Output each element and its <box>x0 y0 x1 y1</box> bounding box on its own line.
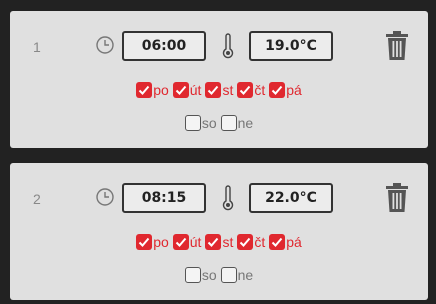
checkbox-icon[interactable] <box>237 234 254 250</box>
weekend-checkboxes: so ne <box>10 115 428 131</box>
temperature-input[interactable]: 19.0°C <box>249 31 333 61</box>
day-label: čt <box>254 234 266 250</box>
day-label: pá <box>286 234 302 250</box>
day-label: pá <box>286 82 302 98</box>
day-checkbox-ut[interactable]: út <box>172 234 202 250</box>
checkbox-icon[interactable] <box>136 82 153 98</box>
checkbox-icon[interactable] <box>237 82 254 98</box>
day-checkbox-po[interactable]: po <box>136 234 169 250</box>
checkbox-icon[interactable] <box>136 234 153 250</box>
day-label: so <box>201 115 217 131</box>
clock-icon <box>96 188 114 206</box>
checkbox-icon[interactable] <box>172 82 189 98</box>
day-checkbox-pa[interactable]: pá <box>269 234 302 250</box>
checkbox-icon[interactable] <box>172 234 189 250</box>
weekday-checkboxes: po út st čt pá <box>10 82 428 98</box>
trash-icon[interactable] <box>385 183 409 213</box>
checkbox-icon[interactable] <box>269 82 286 98</box>
schedule-card: 1 06:00 19.0°C po út st čt pá so ne <box>10 11 428 148</box>
day-label: ne <box>237 267 254 283</box>
time-input[interactable]: 06:00 <box>122 31 206 61</box>
day-checkbox-ct[interactable]: čt <box>237 82 265 98</box>
checkbox-icon[interactable] <box>205 82 222 98</box>
day-label: ne <box>237 115 254 131</box>
day-checkbox-st[interactable]: st <box>205 234 233 250</box>
trash-icon[interactable] <box>385 31 409 61</box>
day-label: út <box>189 82 202 98</box>
weekday-checkboxes: po út st čt pá <box>10 234 428 250</box>
temperature-input[interactable]: 22.0°C <box>249 183 333 213</box>
checkbox-icon[interactable] <box>184 267 201 283</box>
day-label: čt <box>254 82 266 98</box>
schedule-index: 2 <box>33 191 41 207</box>
schedule-card: 2 08:15 22.0°C po út st čt pá so ne <box>10 163 428 300</box>
day-label: po <box>153 82 169 98</box>
checkbox-icon[interactable] <box>220 115 237 131</box>
day-checkbox-ct[interactable]: čt <box>237 234 265 250</box>
clock-icon <box>96 36 114 54</box>
day-label: st <box>222 234 234 250</box>
day-checkbox-so[interactable]: so <box>184 115 217 131</box>
day-label: st <box>222 82 234 98</box>
day-checkbox-st[interactable]: st <box>205 82 233 98</box>
thermometer-icon <box>222 185 234 211</box>
time-input[interactable]: 08:15 <box>122 183 206 213</box>
weekend-checkboxes: so ne <box>10 267 428 283</box>
checkbox-icon[interactable] <box>184 115 201 131</box>
day-checkbox-ne[interactable]: ne <box>220 115 254 131</box>
day-label: po <box>153 234 169 250</box>
day-label: so <box>201 267 217 283</box>
day-checkbox-ut[interactable]: út <box>172 82 202 98</box>
day-checkbox-po[interactable]: po <box>136 82 169 98</box>
checkbox-icon[interactable] <box>269 234 286 250</box>
thermometer-icon <box>222 33 234 59</box>
checkbox-icon[interactable] <box>220 267 237 283</box>
day-checkbox-pa[interactable]: pá <box>269 82 302 98</box>
day-checkbox-so[interactable]: so <box>184 267 217 283</box>
day-label: út <box>189 234 202 250</box>
day-checkbox-ne[interactable]: ne <box>220 267 254 283</box>
checkbox-icon[interactable] <box>205 234 222 250</box>
schedule-index: 1 <box>33 39 41 55</box>
